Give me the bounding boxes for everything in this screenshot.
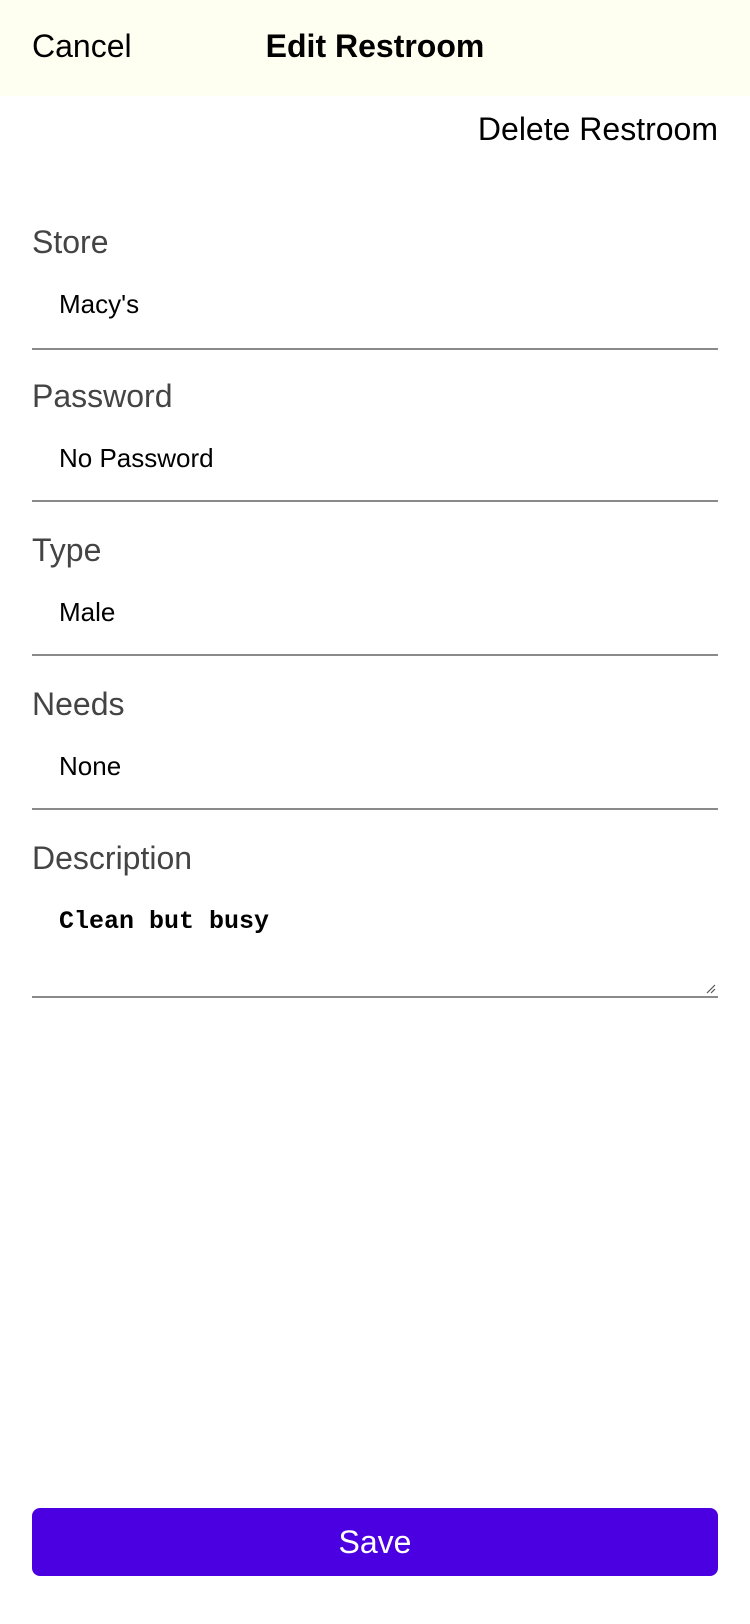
header-bar: Edit Restroom Cancel <box>0 0 750 96</box>
store-field: Store Macy's <box>32 222 718 350</box>
delete-restroom-button[interactable]: Delete Restroom <box>478 109 718 149</box>
description-label: Description <box>32 840 193 876</box>
needs-label: Needs <box>32 686 125 722</box>
store-label: Store <box>32 224 109 260</box>
password-divider <box>32 500 718 502</box>
store-divider <box>32 348 718 350</box>
password-input[interactable]: No Password <box>59 442 214 474</box>
resize-handle-icon[interactable] <box>706 984 716 994</box>
needs-field: Needs None <box>32 684 718 812</box>
type-divider <box>32 654 718 656</box>
save-button[interactable]: Save <box>32 1508 718 1576</box>
password-field: Password No Password <box>32 376 718 504</box>
type-field: Type Male <box>32 530 718 658</box>
type-input[interactable]: Male <box>59 596 115 628</box>
description-field: Description Clean but busy <box>32 838 718 998</box>
edit-restroom-screen: Edit Restroom Cancel Delete Restroom Sto… <box>0 0 750 1624</box>
type-label: Type <box>32 532 102 568</box>
needs-input[interactable]: None <box>59 750 121 782</box>
cancel-button[interactable]: Cancel <box>32 26 132 66</box>
needs-divider <box>32 808 718 810</box>
store-input[interactable]: Macy's <box>59 288 139 320</box>
password-label: Password <box>32 378 173 414</box>
description-divider <box>32 996 718 998</box>
description-textarea[interactable]: Clean but busy <box>59 906 269 938</box>
